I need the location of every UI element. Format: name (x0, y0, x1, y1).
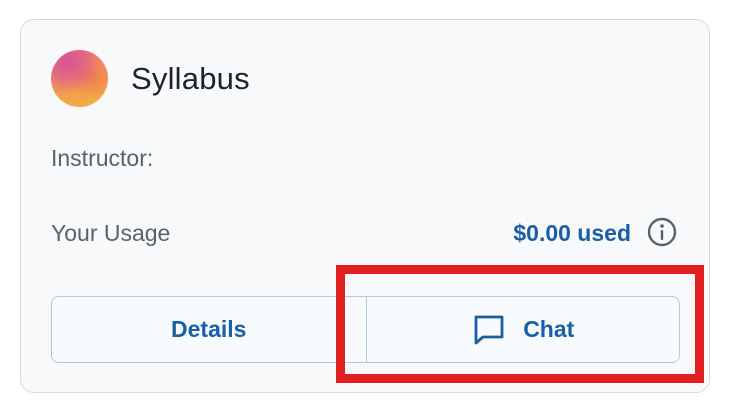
course-card: Syllabus Instructor: Your Usage $0.00 us… (20, 19, 710, 393)
chat-icon (474, 315, 504, 344)
details-button[interactable]: Details (52, 297, 366, 362)
info-icon[interactable] (646, 216, 678, 248)
instructor-label: Instructor: (51, 145, 154, 171)
usage-label: Your Usage (51, 220, 171, 246)
action-buttons: Details Chat (51, 296, 680, 363)
details-button-label: Details (171, 316, 247, 342)
course-avatar (51, 50, 108, 107)
usage-value: $0.00 used (513, 220, 631, 246)
course-title: Syllabus (131, 61, 250, 96)
chat-button-label: Chat (523, 316, 575, 342)
chat-button[interactable]: Chat (365, 297, 679, 362)
